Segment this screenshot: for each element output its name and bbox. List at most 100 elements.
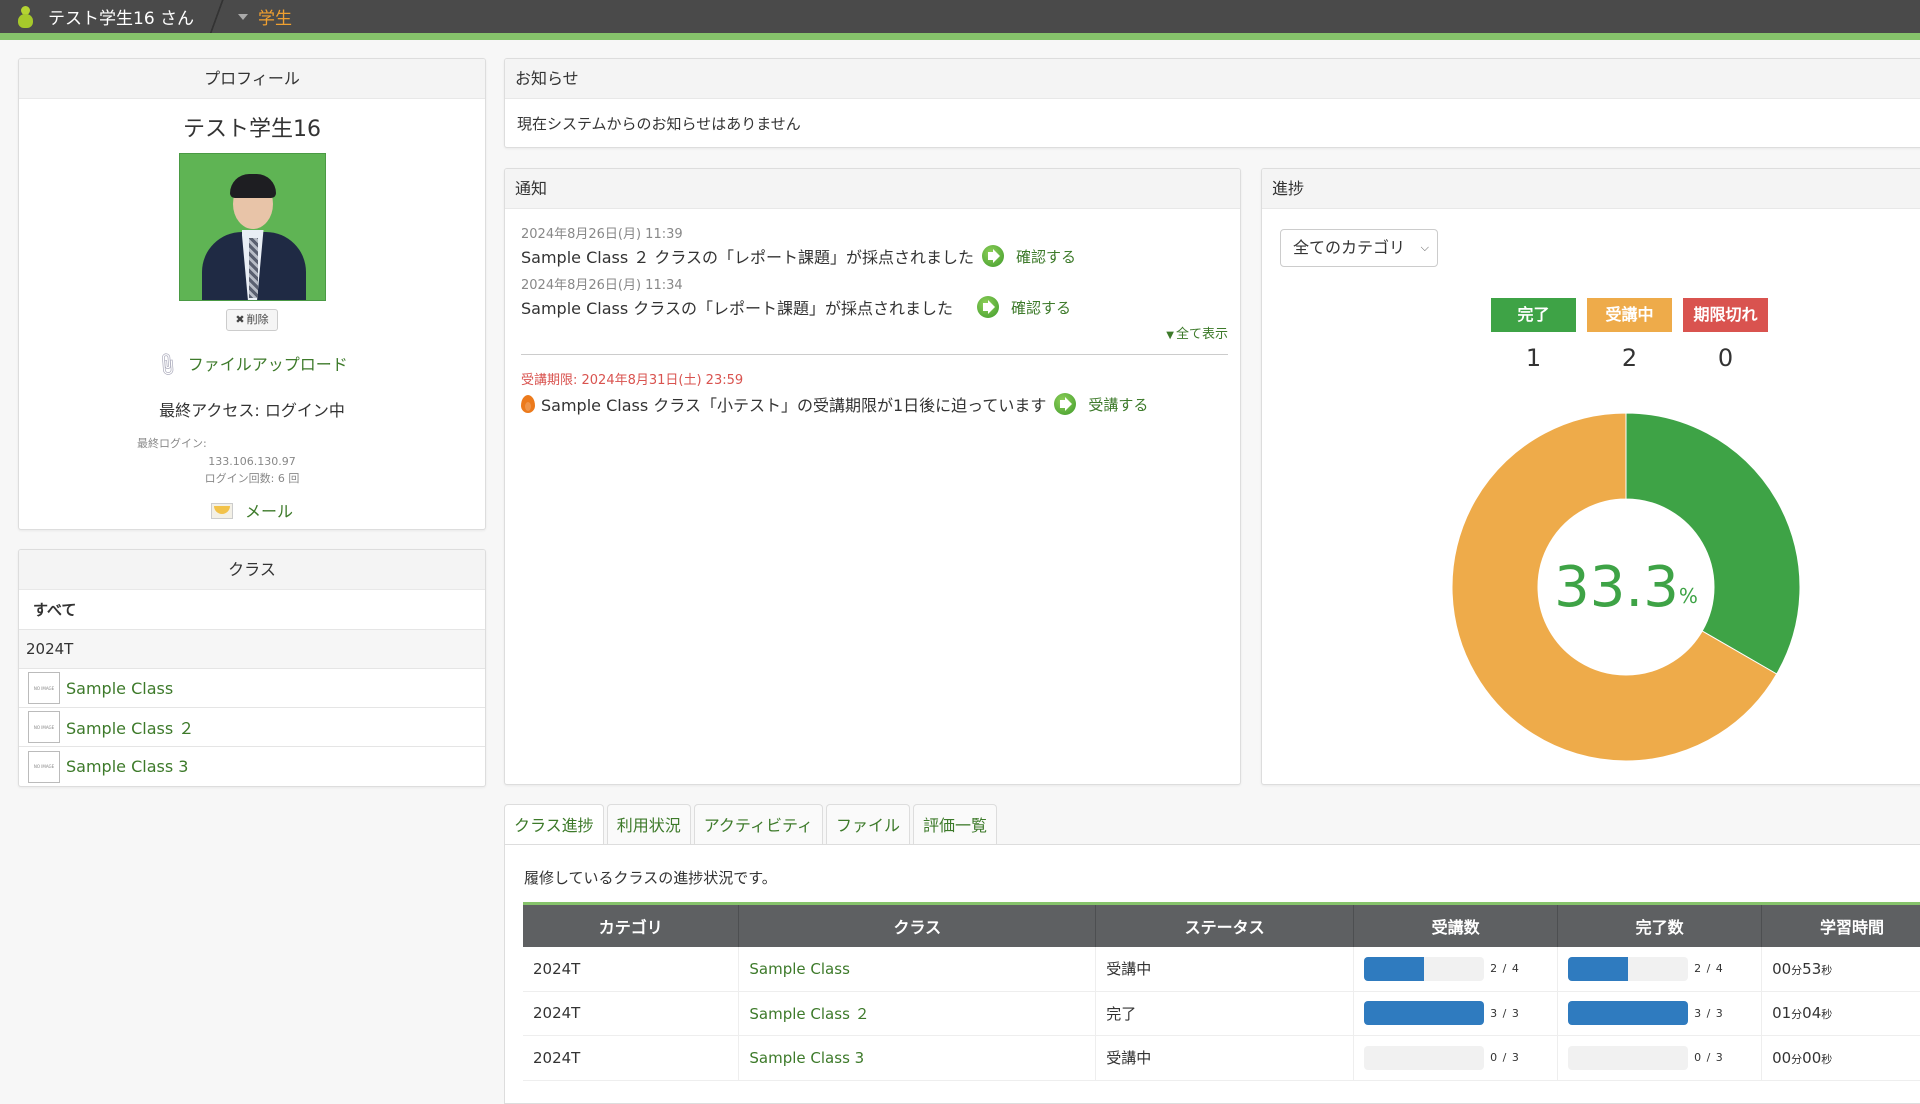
profile-photo <box>178 153 326 301</box>
table-row: 2024T Sample Class 受講中 2 / 4 2 / 4 00分53秒 <box>523 946 1920 992</box>
arrow-right-icon[interactable] <box>976 296 999 318</box>
notification-date: 2024年8月26日(月) 11:34 <box>521 278 683 293</box>
column-header[interactable]: 学習時間 <box>1761 903 1920 947</box>
caret-down-icon[interactable] <box>238 13 249 20</box>
column-header[interactable]: 完了数 <box>1557 903 1763 947</box>
column-header[interactable]: 受講数 <box>1353 903 1559 947</box>
user-name[interactable]: テスト学生16 さん <box>48 4 194 29</box>
top-bar: テスト学生16 さん 学生 <box>0 0 1920 33</box>
notice-panel: お知らせ 現在システムからのお知らせはありません <box>504 58 1920 148</box>
class-list-item[interactable]: NO IMAGE Sample Class ２ <box>19 708 485 747</box>
login-count: ログイン回数: 6 回 <box>204 472 300 485</box>
done-progress-bar <box>1568 1045 1689 1070</box>
category-select[interactable]: 全てのカテゴリ ⌵ <box>1280 229 1438 267</box>
deadline-item: Sample Class クラス「小テスト」の受講期限が1日後に迫っています 受… <box>521 392 1240 416</box>
cell-class: Sample Class ２ <box>738 991 1097 1036</box>
class-link[interactable]: Sample Class ２ <box>66 715 194 739</box>
notice-title: お知らせ <box>505 59 1920 99</box>
done-count: 0 / 3 <box>1694 1051 1724 1065</box>
attend-progress-bar <box>1364 1045 1485 1070</box>
profile-title: プロフィール <box>19 59 485 99</box>
class-link[interactable]: Sample Class ２ <box>749 1005 869 1023</box>
column-header[interactable]: クラス <box>738 903 1097 947</box>
cell-status: 受講中 <box>1095 946 1355 992</box>
divider <box>521 354 1228 355</box>
cell-category: 2024T <box>523 946 740 992</box>
cell-study-time: 00分53秒 <box>1761 946 1920 992</box>
class-list-item[interactable]: NO IMAGE Sample Class <box>19 669 485 708</box>
tab-class-progress[interactable]: クラス進捗 <box>504 804 604 845</box>
class-category: 2024T <box>19 630 485 669</box>
legend-expired: 期限切れ 0 <box>1683 298 1768 372</box>
last-login-label: 最終ログイン: <box>137 437 207 450</box>
cell-status: 完了 <box>1095 991 1355 1036</box>
progress-legend: 完了 1 受講中 2 期限切れ 0 <box>1491 298 1768 372</box>
donut-center-label: 33.3% <box>1451 412 1801 762</box>
percent-unit: % <box>1678 584 1698 608</box>
class-list-item[interactable]: NO IMAGE Sample Class 3 <box>19 747 485 786</box>
notification-text: Sample Class クラスの「レポート課題」が採点されました <box>521 299 953 318</box>
table-row: 2024T Sample Class ２ 完了 3 / 3 3 / 3 01分04秒 <box>523 991 1920 1036</box>
legend-badge: 受講中 <box>1587 298 1672 332</box>
confirm-link[interactable]: 確認する <box>1011 297 1071 318</box>
class-list-panel: クラス すべて 2024T NO IMAGE Sample Class NO I… <box>18 549 486 787</box>
class-progress-pane: 履修しているクラスの進捗状況です。 カテゴリ クラス ステータス 受講数 完了数… <box>504 844 1920 1104</box>
class-link[interactable]: Sample Class 3 <box>66 757 188 776</box>
cell-done: 2 / 4 <box>1557 946 1763 992</box>
detail-tabs: クラス進捗 利用状況 アクティビティ ファイル 評価一覧 <box>504 804 998 845</box>
notification-item: Sample Class ２ クラスの「レポート課題」が採点されました 確認する <box>521 244 1228 268</box>
class-link[interactable]: Sample Class 3 <box>749 1049 864 1067</box>
cell-study-time: 01分04秒 <box>1761 991 1920 1036</box>
notification-item: Sample Class クラスの「レポート課題」が採点されました 確認する <box>521 295 1228 319</box>
last-access: 最終アクセス: ログイン中 <box>159 401 345 420</box>
done-progress-bar <box>1568 956 1689 981</box>
tab-usage[interactable]: 利用状況 <box>606 804 691 845</box>
class-filter-all[interactable]: すべて <box>19 590 485 630</box>
cell-attend: 2 / 4 <box>1353 946 1559 992</box>
notification-date: 2024年8月26日(月) 11:39 <box>521 227 683 242</box>
completion-percent: 33.3 <box>1554 554 1679 620</box>
legend-count: 2 <box>1621 344 1638 372</box>
legend-count: 1 <box>1525 344 1542 372</box>
attend-count: 2 / 4 <box>1490 962 1520 975</box>
profile-name: テスト学生16 <box>183 117 321 142</box>
attend-progress-bar <box>1364 956 1485 981</box>
notice-body: 現在システムからのお知らせはありません <box>517 115 801 133</box>
attend-link[interactable]: 受講する <box>1088 394 1148 415</box>
class-link[interactable]: Sample Class <box>66 679 173 698</box>
cell-study-time: 00分00秒 <box>1761 1035 1920 1081</box>
arrow-right-icon[interactable] <box>982 245 1005 267</box>
cell-done: 0 / 3 <box>1557 1035 1763 1081</box>
delete-photo-button[interactable]: ✖ 削除 <box>226 309 278 331</box>
role-switcher[interactable]: 学生 <box>258 4 292 29</box>
attend-count: 0 / 3 <box>1490 1051 1520 1065</box>
cell-category: 2024T <box>523 991 740 1036</box>
class-link[interactable]: Sample Class <box>749 960 849 978</box>
arrow-right-icon[interactable] <box>1054 393 1077 415</box>
column-header[interactable]: ステータス <box>1095 903 1355 947</box>
attend-count: 3 / 3 <box>1490 1006 1520 1020</box>
done-progress-bar <box>1568 1001 1689 1026</box>
cell-attend: 3 / 3 <box>1353 991 1559 1036</box>
show-all-link[interactable]: ▼ 全て表示 <box>505 323 1240 342</box>
confirm-link[interactable]: 確認する <box>1016 246 1076 267</box>
chevron-down-icon: ⌵ <box>1420 241 1429 254</box>
deadline-text: Sample Class クラス「小テスト」の受講期限が1日後に迫っています <box>541 396 1047 415</box>
tab-activity[interactable]: アクティビティ <box>693 804 823 845</box>
class-thumbnail: NO IMAGE <box>28 711 60 743</box>
legend-count: 0 <box>1717 344 1734 372</box>
close-icon: ✖ <box>235 313 245 326</box>
column-header[interactable]: カテゴリ <box>523 903 740 947</box>
envelope-icon <box>210 503 233 519</box>
tab-files[interactable]: ファイル <box>825 804 910 845</box>
user-icon <box>18 5 33 29</box>
deadline-date: 受講期限: 2024年8月31日(土) 23:59 <box>521 373 744 388</box>
tab-evaluations[interactable]: 評価一覧 <box>913 804 998 845</box>
file-upload-link[interactable]: 📎︎ ファイルアップロード <box>19 350 485 379</box>
cell-done: 3 / 3 <box>1557 991 1763 1036</box>
mail-link[interactable]: メール <box>19 498 485 522</box>
legend-badge: 期限切れ <box>1683 298 1768 332</box>
profile-panel: プロフィール テスト学生16 ✖ 削除 📎︎ ファイルアップロード 最終アクセス: … <box>18 58 486 530</box>
progress-panel: 進捗 全てのカテゴリ ⌵ 完了 1 受講中 2 期限切れ 0 33.3% <box>1261 168 1920 785</box>
notification-text: Sample Class ２ クラスの「レポート課題」が採点されました <box>521 248 975 267</box>
